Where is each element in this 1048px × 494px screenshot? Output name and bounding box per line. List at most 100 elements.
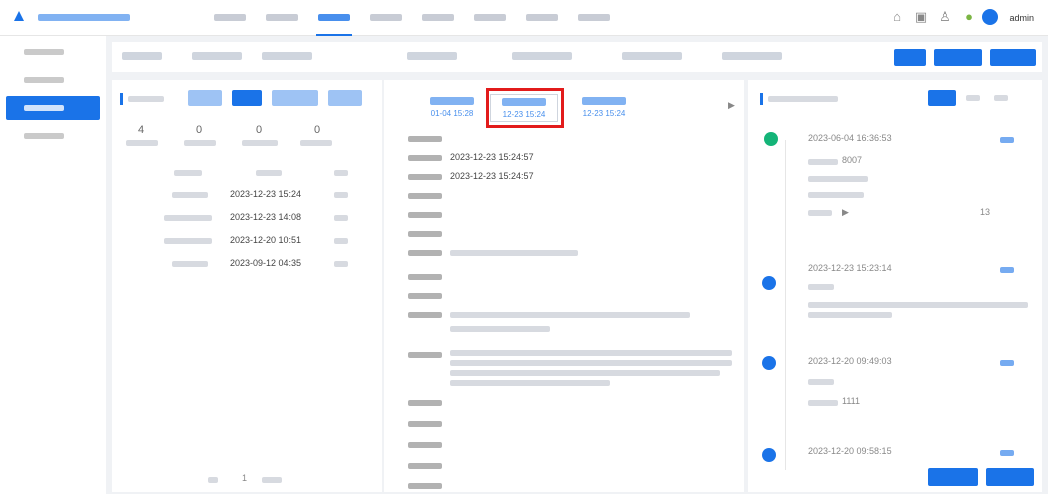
left-button-2[interactable] bbox=[232, 90, 262, 106]
timeline-title bbox=[768, 96, 838, 102]
row-action-1[interactable] bbox=[334, 192, 348, 198]
main-nav bbox=[210, 0, 614, 36]
user-icon[interactable]: ♙ bbox=[938, 10, 952, 24]
nav-item-5[interactable] bbox=[418, 0, 458, 36]
sidebar-item-1[interactable] bbox=[0, 40, 106, 64]
row-date-2: 2023-12-23 14:08 bbox=[230, 212, 302, 222]
stat-1: 4 bbox=[137, 124, 145, 136]
nav-item-7[interactable] bbox=[522, 0, 562, 36]
theme-icon[interactable]: ● bbox=[962, 10, 976, 24]
field-label-11 bbox=[408, 352, 442, 358]
sidebar bbox=[0, 36, 106, 494]
timeline-tab-2[interactable] bbox=[966, 95, 980, 101]
nav-item-2[interactable] bbox=[262, 0, 302, 36]
timeline-label-2c bbox=[808, 312, 892, 318]
field-label-16 bbox=[408, 483, 442, 489]
field-label-6 bbox=[408, 231, 442, 237]
nav-item-6[interactable] bbox=[470, 0, 510, 36]
field-value-10b bbox=[450, 326, 550, 332]
screen-icon[interactable]: ▣ bbox=[914, 10, 928, 24]
timeline-panel: 2023-06-04 16:36:53 8007 ▶ 13 2023-12-23… bbox=[748, 80, 1042, 492]
col-header-1 bbox=[174, 170, 202, 176]
nav-item-1[interactable] bbox=[210, 0, 250, 36]
row-action-4[interactable] bbox=[334, 261, 348, 267]
field-label-15 bbox=[408, 463, 442, 469]
pager-next[interactable] bbox=[262, 477, 282, 483]
tab-1[interactable]: 01-04 15:28 bbox=[418, 94, 486, 122]
filter-button-2[interactable] bbox=[934, 49, 982, 66]
filter-field-1[interactable] bbox=[122, 52, 162, 60]
panel-title bbox=[128, 96, 164, 102]
sidebar-item-3[interactable] bbox=[6, 96, 100, 120]
home-icon[interactable]: ⌂ bbox=[890, 10, 904, 24]
field-value-10 bbox=[450, 312, 690, 318]
timeline-dot-4 bbox=[762, 448, 776, 462]
detail-fields: 2023-12-23 15:24:57 2023-12-23 15:24:57 bbox=[408, 134, 738, 489]
filter-field-6[interactable] bbox=[622, 52, 682, 60]
top-bar: ⌂ ▣ ♙ ● admin bbox=[0, 0, 1048, 36]
avatar[interactable] bbox=[982, 9, 998, 25]
toolbar-icons: ⌂ ▣ ♙ ● bbox=[890, 10, 976, 24]
row-date-3: 2023-12-20 10:51 bbox=[230, 235, 302, 245]
timeline-label-1b bbox=[808, 176, 868, 182]
tab-3-date: 12-23 15:24 bbox=[582, 109, 626, 118]
field-label-14 bbox=[408, 442, 442, 448]
timeline-link-2[interactable] bbox=[1000, 267, 1014, 273]
left-button-3[interactable] bbox=[272, 90, 318, 106]
left-button-1[interactable] bbox=[188, 90, 222, 106]
timeline-label-1c bbox=[808, 192, 864, 198]
tab-3[interactable]: 12-23 15:24 bbox=[570, 94, 638, 122]
bottom-button-1[interactable] bbox=[928, 468, 978, 486]
row-action-3[interactable] bbox=[334, 238, 348, 244]
pager-page[interactable]: 1 bbox=[242, 473, 247, 483]
field-value-11 bbox=[450, 350, 732, 356]
col-header-3 bbox=[334, 170, 348, 176]
field-label-12 bbox=[408, 400, 442, 406]
detail-panel: 01-04 15:28 12-23 15:24 12-23 15:24 ▶ 20… bbox=[384, 80, 744, 492]
sidebar-item-4[interactable] bbox=[0, 124, 106, 148]
timeline-label-1d bbox=[808, 210, 832, 216]
timeline-number-1: 8007 bbox=[842, 155, 863, 165]
field-label-8 bbox=[408, 274, 442, 280]
row-name-1 bbox=[172, 192, 208, 198]
nav-item-4[interactable] bbox=[366, 0, 406, 36]
sidebar-item-2[interactable] bbox=[0, 68, 106, 92]
user-name[interactable]: admin bbox=[1009, 13, 1034, 23]
nav-item-8[interactable] bbox=[574, 0, 614, 36]
timeline-link-1[interactable] bbox=[1000, 137, 1014, 143]
timeline-date-4: 2023-12-20 09:58:15 bbox=[808, 446, 892, 456]
timeline-link-4[interactable] bbox=[1000, 450, 1014, 456]
nav-item-3[interactable] bbox=[314, 0, 354, 36]
timeline-tab-1[interactable] bbox=[928, 90, 956, 106]
timeline-date-1: 2023-06-04 16:36:53 bbox=[808, 133, 892, 143]
timeline-title-mark bbox=[760, 93, 763, 105]
filter-bar bbox=[112, 42, 1042, 72]
field-label-2 bbox=[408, 155, 442, 161]
filter-button-1[interactable] bbox=[894, 49, 926, 66]
field-label-10 bbox=[408, 312, 442, 318]
logo-icon bbox=[14, 11, 24, 21]
filter-field-3[interactable] bbox=[262, 52, 312, 60]
tabs-next-icon[interactable]: ▶ bbox=[728, 100, 735, 111]
row-action-2[interactable] bbox=[334, 215, 348, 221]
tab-1-date: 01-04 15:28 bbox=[430, 109, 474, 118]
filter-button-3[interactable] bbox=[990, 49, 1036, 66]
filter-field-2[interactable] bbox=[192, 52, 242, 60]
left-button-4[interactable] bbox=[328, 90, 362, 106]
timeline-line bbox=[785, 140, 786, 470]
filter-field-4[interactable] bbox=[407, 52, 457, 60]
row-date-1: 2023-12-23 15:24 bbox=[230, 189, 302, 199]
pager-prev[interactable] bbox=[208, 477, 218, 483]
field-label-3 bbox=[408, 174, 442, 180]
timeline-label-3a bbox=[808, 379, 834, 385]
filter-field-7[interactable] bbox=[722, 52, 782, 60]
filter-field-5[interactable] bbox=[512, 52, 572, 60]
stat-2: 0 bbox=[195, 124, 203, 136]
timeline-extra-1: 13 bbox=[980, 207, 991, 217]
play-icon[interactable]: ▶ bbox=[842, 207, 849, 218]
timeline-number-3: 1111 bbox=[842, 396, 861, 406]
timeline-label-2a bbox=[808, 284, 834, 290]
timeline-link-3[interactable] bbox=[1000, 360, 1014, 366]
timeline-tab-3[interactable] bbox=[994, 95, 1008, 101]
bottom-button-2[interactable] bbox=[986, 468, 1034, 486]
